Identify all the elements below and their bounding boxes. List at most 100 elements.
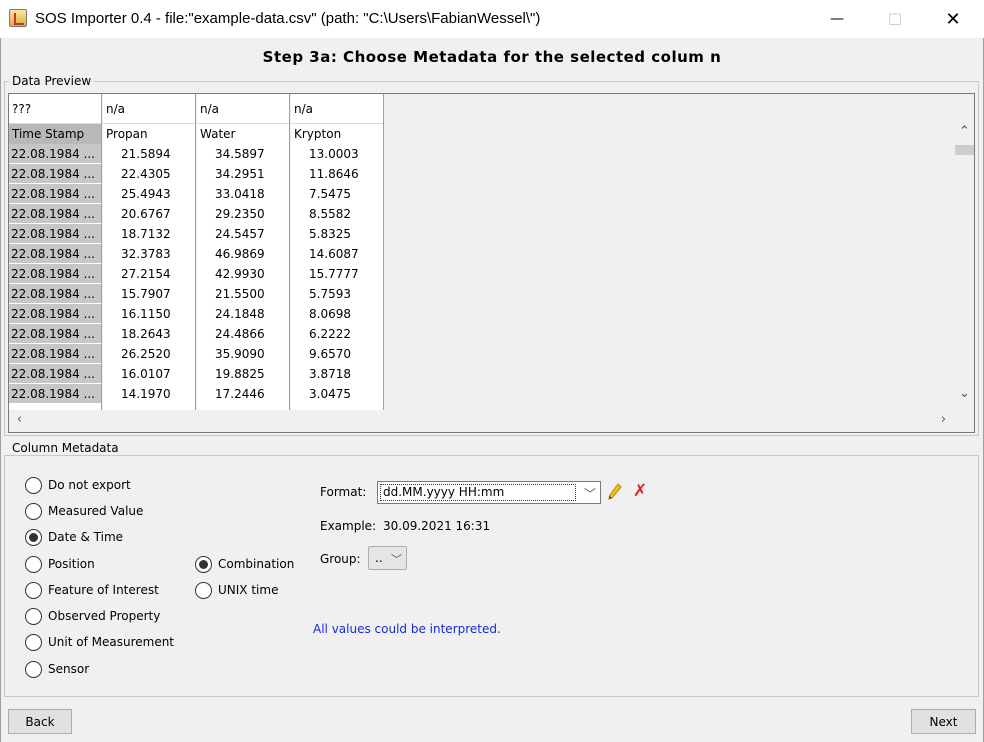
radio-checked-icon[interactable] <box>25 528 42 546</box>
table-cell[interactable]: 7.5475 <box>291 184 383 204</box>
table-cell[interactable]: 42.9930 <box>197 264 289 284</box>
radio-unchecked-icon[interactable] <box>25 633 42 651</box>
table-cell[interactable]: 22.08.1984 ... <box>9 224 101 244</box>
table-cell[interactable]: 20.6767 <box>103 204 195 224</box>
format-value[interactable]: dd.MM.yyyy HH:mm <box>380 484 576 501</box>
table-cell[interactable]: 29.2350 <box>197 204 289 224</box>
table-cell[interactable]: 3.8718 <box>291 364 383 384</box>
table-cell[interactable]: 35.9090 <box>197 344 289 364</box>
metadata-type-radio[interactable]: Do not export <box>25 475 131 495</box>
table-cell[interactable]: 22.08.1984 ... <box>9 324 101 344</box>
table-cell[interactable]: 34.5897 <box>197 144 289 164</box>
radio-unchecked-icon[interactable] <box>25 476 42 494</box>
group-value[interactable]: .. <box>375 551 383 565</box>
table-cell[interactable]: 15.7907 <box>103 284 195 304</box>
table-cell[interactable]: 22.08.1984 ... <box>9 164 101 184</box>
table-cell[interactable]: 22.08.1984 ... <box>9 284 101 304</box>
scroll-thumb[interactable] <box>955 145 974 155</box>
table-cell[interactable]: 22.4305 <box>103 164 195 184</box>
datetime-mode-radio[interactable]: Combination <box>195 554 294 574</box>
table-cell[interactable]: 34.2951 <box>197 164 289 184</box>
vertical-scrollbar[interactable]: ⌃ ⌄ <box>955 124 974 407</box>
table-cell[interactable]: 15.7777 <box>291 264 383 284</box>
back-button[interactable]: Back <box>8 709 72 734</box>
radio-unchecked-icon[interactable] <box>25 555 42 573</box>
horizontal-scrollbar[interactable]: ‹ › <box>9 410 955 432</box>
scroll-down-icon[interactable]: ⌄ <box>955 386 974 401</box>
format-select[interactable]: dd.MM.yyyy HH:mm ﹀ <box>377 481 601 504</box>
table-cell[interactable]: 22.08.1984 ... <box>9 184 101 204</box>
table-cell[interactable]: 46.9869 <box>197 244 289 264</box>
table-cell[interactable]: 14.1970 <box>103 384 195 404</box>
maximize-button[interactable]: ☐ <box>866 0 924 38</box>
radio-unchecked-icon[interactable] <box>25 660 42 678</box>
table-cell[interactable]: 11.8646 <box>291 164 383 184</box>
table-cell[interactable]: 14.6087 <box>291 244 383 264</box>
table-cell[interactable]: 26.2520 <box>103 344 195 364</box>
group-select[interactable]: .. ﹀ <box>368 546 407 570</box>
metadata-type-radio[interactable]: Sensor <box>25 659 89 679</box>
minimize-button[interactable]: — <box>808 0 866 38</box>
table-cell[interactable]: 22.08.1984 ... <box>9 264 101 284</box>
table-cell[interactable]: 25.4943 <box>103 184 195 204</box>
chevron-down-icon[interactable]: ﹀ <box>391 551 402 567</box>
table-cell[interactable]: 5.8325 <box>291 224 383 244</box>
column-type-header[interactable]: n/a <box>103 94 195 124</box>
table-cell[interactable]: 18.2643 <box>103 324 195 344</box>
table-cell[interactable]: 32.3783 <box>103 244 195 264</box>
table-cell[interactable]: 8.0698 <box>291 304 383 324</box>
table-column[interactable]: n/a Propan 21.5894 22.4305 25.4943 20.6767 18.… <box>103 94 196 410</box>
table-cell[interactable]: 8.5582 <box>291 204 383 224</box>
column-name-header[interactable]: Time Stamp <box>9 124 101 144</box>
table-column[interactable]: ??? Time Stamp 22.08.1984 ... 22.08.1984 ..… <box>9 94 102 410</box>
radio-unchecked-icon[interactable] <box>195 581 212 599</box>
table-cell[interactable]: 21.5500 <box>197 284 289 304</box>
table-cell[interactable]: 16.1150 <box>103 304 195 324</box>
column-name-header[interactable]: Krypton <box>291 124 383 144</box>
table-cell[interactable]: 24.4866 <box>197 324 289 344</box>
table-cell[interactable]: 3.0475 <box>291 384 383 404</box>
metadata-type-radio[interactable]: Feature of Interest <box>25 580 159 600</box>
metadata-type-radio[interactable]: Unit of Measurement <box>25 632 174 652</box>
datetime-mode-radio[interactable]: UNIX time <box>195 580 278 600</box>
table-cell[interactable]: 21.5894 <box>103 144 195 164</box>
close-button[interactable]: ✕ <box>924 0 982 38</box>
table-cell[interactable]: 22.08.1984 ... <box>9 244 101 264</box>
metadata-type-radio[interactable]: Measured Value <box>25 501 143 521</box>
scroll-right-icon[interactable]: › <box>934 412 953 427</box>
radio-checked-icon[interactable] <box>195 555 212 573</box>
table-cell[interactable]: 17.2446 <box>197 384 289 404</box>
table-column[interactable]: n/a Krypton 13.0003 11.8646 7.5475 8.5582 5.83… <box>291 94 384 410</box>
table-cell[interactable]: 27.2154 <box>103 264 195 284</box>
scroll-up-icon[interactable]: ⌃ <box>955 124 974 139</box>
table-cell[interactable]: 33.0418 <box>197 184 289 204</box>
table-cell[interactable]: 18.7132 <box>103 224 195 244</box>
metadata-type-radio[interactable]: Date & Time <box>25 527 123 547</box>
table-cell[interactable]: 9.6570 <box>291 344 383 364</box>
table-cell[interactable]: 24.5457 <box>197 224 289 244</box>
radio-unchecked-icon[interactable] <box>25 607 42 625</box>
column-type-header[interactable]: ??? <box>9 94 101 124</box>
chevron-down-icon[interactable]: ﹀ <box>584 485 596 502</box>
column-name-header[interactable]: Water <box>197 124 289 144</box>
table-cell[interactable]: 22.08.1984 ... <box>9 204 101 224</box>
table-cell[interactable]: 16.0107 <box>103 364 195 384</box>
edit-pencil-icon[interactable] <box>607 483 623 501</box>
table-cell[interactable]: 22.08.1984 ... <box>9 144 101 164</box>
table-cell[interactable]: 19.8825 <box>197 364 289 384</box>
table-cell[interactable]: 22.08.1984 ... <box>9 344 101 364</box>
table-cell[interactable]: 6.2222 <box>291 324 383 344</box>
column-type-header[interactable]: n/a <box>291 94 383 124</box>
clear-format-icon[interactable]: ✗ <box>633 481 647 501</box>
radio-unchecked-icon[interactable] <box>25 502 42 520</box>
metadata-type-radio[interactable]: Observed Property <box>25 606 160 626</box>
table-cell[interactable]: 13.0003 <box>291 144 383 164</box>
table-cell[interactable]: 22.08.1984 ... <box>9 384 101 404</box>
radio-unchecked-icon[interactable] <box>25 581 42 599</box>
table-cell[interactable]: 22.08.1984 ... <box>9 364 101 384</box>
table-column[interactable]: n/a Water 34.5897 34.2951 33.0418 29.2350 24.5… <box>197 94 290 410</box>
table-cell[interactable]: 22.08.1984 ... <box>9 304 101 324</box>
scroll-left-icon[interactable]: ‹ <box>10 412 29 427</box>
column-type-header[interactable]: n/a <box>197 94 289 124</box>
table-cell[interactable]: 24.1848 <box>197 304 289 324</box>
